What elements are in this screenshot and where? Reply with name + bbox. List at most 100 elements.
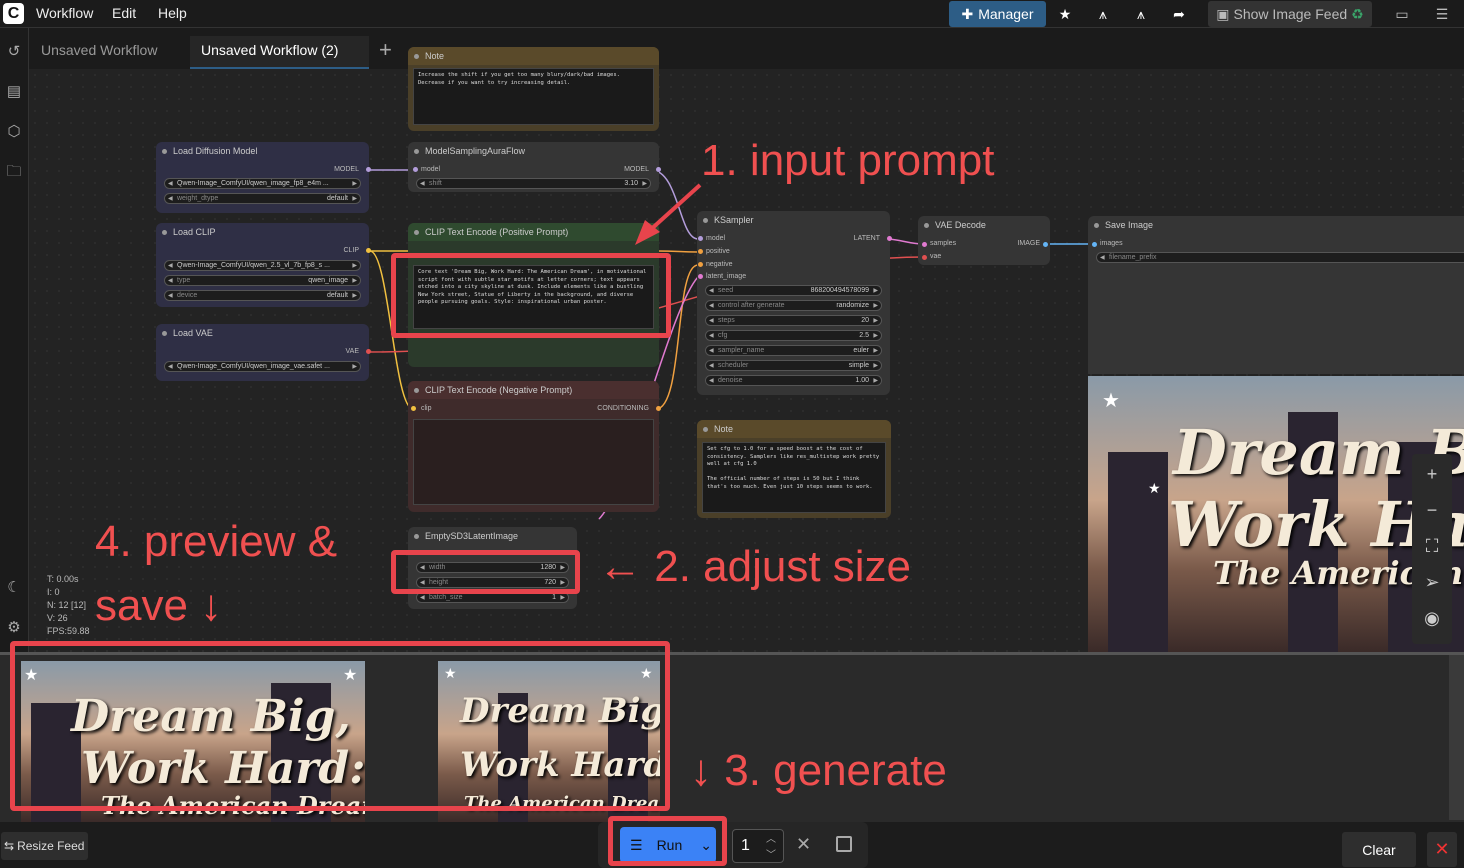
device-value: default <box>326 292 348 299</box>
vae-input-port[interactable] <box>922 255 927 260</box>
settings-gear-icon[interactable]: ⚙ <box>4 618 24 638</box>
menu-edit[interactable]: Edit <box>112 5 136 21</box>
theme-moon-icon[interactable]: ☾ <box>4 578 24 598</box>
clip-text-encode-negative-node[interactable]: CLIP Text Encode (Negative Prompt) clip … <box>408 381 661 512</box>
weight-dtype-widget[interactable]: weight_dtype default <box>164 193 361 204</box>
node-title: Load Diffusion Model <box>156 142 369 160</box>
negative-prompt-textarea[interactable] <box>413 419 654 505</box>
images-input-port[interactable] <box>1092 242 1097 247</box>
toggle-links-icon[interactable]: ◉ <box>1422 608 1442 628</box>
feed-scrollbar[interactable] <box>1449 655 1464 820</box>
tab-unsaved-workflow-2[interactable]: Unsaved Workflow (2) <box>190 36 369 69</box>
bridge-alt-icon[interactable]: ⩚ <box>1129 1 1153 27</box>
close-feed-icon[interactable]: ✕ <box>1427 832 1457 867</box>
clip-output-port[interactable] <box>366 248 371 253</box>
clear-button[interactable]: Clear <box>1342 832 1416 867</box>
node-title: Save Image <box>1088 216 1464 234</box>
zoom-out-icon[interactable]: − <box>1422 500 1442 520</box>
stat-v: V: 26 <box>47 613 68 623</box>
panel-toggle-icon[interactable]: ▭ <box>1390 1 1414 27</box>
annotation-box-run <box>608 816 727 866</box>
vae-name-widget[interactable]: Qwen-Image_ComfyUI/qwen_image_vae.safet … <box>164 361 361 372</box>
steps-widget[interactable]: steps 20 <box>705 315 882 326</box>
workflows-folder-icon[interactable]: 🗀 <box>4 162 24 182</box>
fit-view-icon[interactable]: ⛶ <box>1422 536 1442 556</box>
clip-input-port[interactable] <box>411 406 416 411</box>
negative-input-port[interactable] <box>698 262 703 267</box>
image-output-port[interactable] <box>1043 242 1048 247</box>
conditioning-output-port[interactable] <box>656 406 661 411</box>
note-text[interactable]: Increase the shift if you get too many b… <box>413 68 654 125</box>
scheduler-value: simple <box>848 362 869 369</box>
model-input-port[interactable] <box>413 167 418 172</box>
unet-name-widget[interactable]: Qwen-Image_ComfyUI/qwen_image_fp8_e4m ..… <box>164 178 361 189</box>
comfyui-logo-icon[interactable]: C <box>3 3 24 24</box>
render-stats: T: 0.00s I: 0 N: 12 [12] V: 26 FPS:59.88 <box>47 573 90 638</box>
menu-workflow[interactable]: Workflow <box>36 5 93 21</box>
model-sampling-auraflow-node[interactable]: ModelSamplingAuraFlow model MODEL shift3… <box>408 142 661 192</box>
denoise-widget[interactable]: denoise 1.00 <box>705 375 882 386</box>
vae-output-port[interactable] <box>366 349 371 354</box>
history-icon[interactable]: ↺ <box>4 42 24 62</box>
bridge-icon[interactable]: ⩚ <box>1091 1 1115 27</box>
manager-button[interactable]: ✚ Manager <box>949 1 1046 27</box>
show-image-feed-button[interactable]: ▣ Show Image Feed ♻ <box>1208 1 1372 27</box>
clip-type-widget[interactable]: type qwen_image <box>164 275 361 286</box>
select-mode-icon[interactable]: ➢ <box>1422 572 1442 592</box>
latent-output-port[interactable] <box>887 236 892 241</box>
control-after-generate-widget[interactable]: control after generate randomize <box>705 300 882 311</box>
output-label: LATENT <box>853 235 880 242</box>
model-output-port[interactable] <box>366 167 371 172</box>
load-vae-node[interactable]: Load VAE VAE Qwen-Image_ComfyUI/qwen_ima… <box>156 324 371 381</box>
zoom-in-icon[interactable]: + <box>1422 464 1442 484</box>
annotation-arrow <box>635 183 702 245</box>
vae-decode-node[interactable]: VAE Decode samples vae IMAGE <box>918 216 1050 265</box>
decrement-icon[interactable]: ﹀ <box>766 846 776 861</box>
stop-icon[interactable] <box>836 836 852 852</box>
cfg-widget[interactable]: cfg 2.5 <box>705 330 882 341</box>
clip-name-widget[interactable]: Qwen-Image_ComfyUI/qwen_2.5_vl_7b_fp8_s … <box>164 260 361 271</box>
workflow-tabs: Unsaved Workflow Unsaved Workflow (2) + <box>29 28 1464 69</box>
unet-name-value: Qwen-Image_ComfyUI/qwen_image_fp8_e4m ..… <box>177 180 329 187</box>
cancel-icon[interactable]: ✕ <box>796 834 811 855</box>
latent-image-input-port[interactable] <box>698 274 703 279</box>
device-label: device <box>177 292 198 299</box>
model-library-icon[interactable]: ⬡ <box>4 122 24 142</box>
output-label: VAE <box>345 348 360 355</box>
node-title: CLIP Text Encode (Positive Prompt) <box>408 223 659 241</box>
save-image-node[interactable]: Save Image images filename_prefix <box>1088 216 1464 374</box>
queue-icon[interactable]: ▤ <box>4 82 24 102</box>
shift-widget[interactable]: shift3.10 <box>416 178 651 189</box>
note-node-top[interactable]: Note Increase the shift if you get too m… <box>408 47 659 131</box>
hamburger-menu-icon[interactable]: ☰ <box>1430 1 1454 27</box>
increment-icon[interactable]: ︿ <box>766 830 776 845</box>
node-title: KSampler <box>697 211 890 229</box>
load-diffusion-model-node[interactable]: Load Diffusion Model MODEL Qwen-Image_Co… <box>156 142 371 213</box>
batch-size-value: 1 <box>552 594 556 601</box>
note-text[interactable]: Set cfg to 1.0 for a speed boost at the … <box>702 442 886 513</box>
save-image-preview[interactable]: ★ ★ Dream Big, Work Hard: The American D… <box>1088 376 1464 652</box>
note-node-bottom[interactable]: Note Set cfg to 1.0 for a speed boost at… <box>697 420 891 518</box>
tab-unsaved-workflow[interactable]: Unsaved Workflow <box>30 36 190 69</box>
input-label-images: images <box>1100 240 1123 247</box>
menu-help[interactable]: Help <box>158 5 187 21</box>
input-label-negative: negative <box>706 261 733 268</box>
samples-input-port[interactable] <box>922 242 927 247</box>
sampler-name-widget[interactable]: sampler_name euler <box>705 345 882 356</box>
load-clip-node[interactable]: Load CLIP CLIP Qwen-Image_ComfyUI/qwen_2… <box>156 223 371 307</box>
refresh-icon: ♻ <box>1351 5 1364 22</box>
batch-count-input[interactable]: 1 <box>732 829 784 863</box>
share-icon[interactable]: ➦ <box>1167 1 1191 27</box>
filename-prefix-widget[interactable]: filename_prefix <box>1096 252 1464 263</box>
device-widget[interactable]: device default <box>164 290 361 301</box>
output-label: IMAGE <box>1017 240 1040 247</box>
seed-widget[interactable]: seed 868200494578099 <box>705 285 882 296</box>
star-icon[interactable]: ★ <box>1053 1 1077 27</box>
add-tab-icon[interactable]: + <box>379 37 392 63</box>
scheduler-widget[interactable]: scheduler simple <box>705 360 882 371</box>
model-output-port[interactable] <box>656 167 661 172</box>
clip-name-value: Qwen-Image_ComfyUI/qwen_2.5_vl_7b_fp8_s … <box>177 262 330 269</box>
resize-feed-button[interactable]: ⇆ Resize Feed <box>1 832 88 860</box>
ksampler-node[interactable]: KSampler LATENT model positive negative … <box>697 211 892 395</box>
batch-size-label: batch_size <box>429 594 463 601</box>
